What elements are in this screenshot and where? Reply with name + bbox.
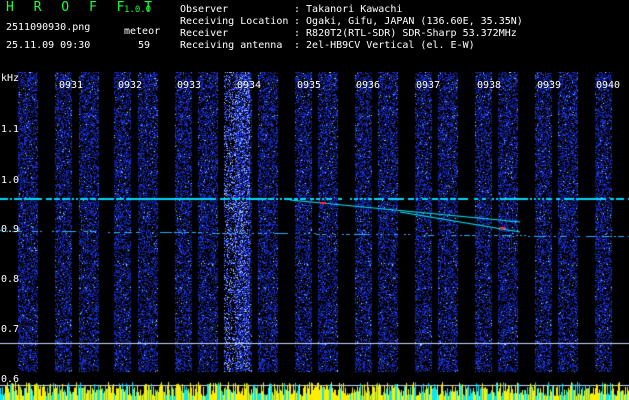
time-tick-label: 0939	[537, 80, 562, 91]
info-value: : Ogaki, Gifu, JAPAN (136.60E, 35.35N)	[294, 16, 523, 27]
observation-datetime: 25.11.09 09:30	[6, 40, 91, 51]
spectrogram-canvas	[0, 72, 629, 400]
time-tick-label: 0932	[118, 80, 143, 91]
freq-tick-label: 0.9	[1, 224, 20, 235]
info-row-antenna: Receiving antenna : 2el-HB9CV Vertical (e…	[180, 40, 475, 52]
info-key: Receiving antenna	[180, 40, 283, 51]
info-value: : Takanori Kawachi	[294, 4, 403, 15]
freq-tick-label: 0.7	[1, 324, 20, 335]
info-row-location: Receiving Location : Ogaki, Gifu, JAPAN (…	[180, 16, 523, 28]
time-tick-label: 0937	[416, 80, 441, 91]
unit-label-khz: kHz	[1, 73, 20, 84]
time-tick-label: 0940	[596, 80, 621, 91]
meteor-label: meteor	[124, 26, 161, 37]
info-row-observer: Observer : Takanori Kawachi	[180, 4, 402, 16]
time-tick-label: 0938	[477, 80, 502, 91]
time-tick-label: 0931	[59, 80, 84, 91]
meteor-count: 59	[138, 40, 151, 51]
time-tick-label: 0936	[356, 80, 381, 91]
info-key: Receiver	[180, 28, 229, 39]
app-version: 1.0.0	[124, 5, 152, 15]
freq-tick-label: 0.6	[1, 374, 20, 385]
info-value: : R820T2(RTL-SDR) SDR-Sharp 53.372MHz	[294, 28, 517, 39]
info-value: : 2el-HB9CV Vertical (el. E-W)	[294, 40, 475, 51]
info-key: Observer	[180, 4, 229, 15]
info-row-receiver: Receiver : R820T2(RTL-SDR) SDR-Sharp 53.3…	[180, 28, 517, 40]
time-tick-label: 0934	[237, 80, 262, 91]
time-tick-label: 0935	[297, 80, 322, 91]
freq-tick-label: 1.1	[1, 124, 20, 135]
freq-tick-label: 1.0	[1, 175, 20, 186]
time-tick-label: 0933	[177, 80, 202, 91]
freq-tick-label: 0.8	[1, 274, 20, 285]
info-key: Receiving Location	[180, 16, 289, 27]
file-name: 2511090930.png	[6, 22, 91, 33]
